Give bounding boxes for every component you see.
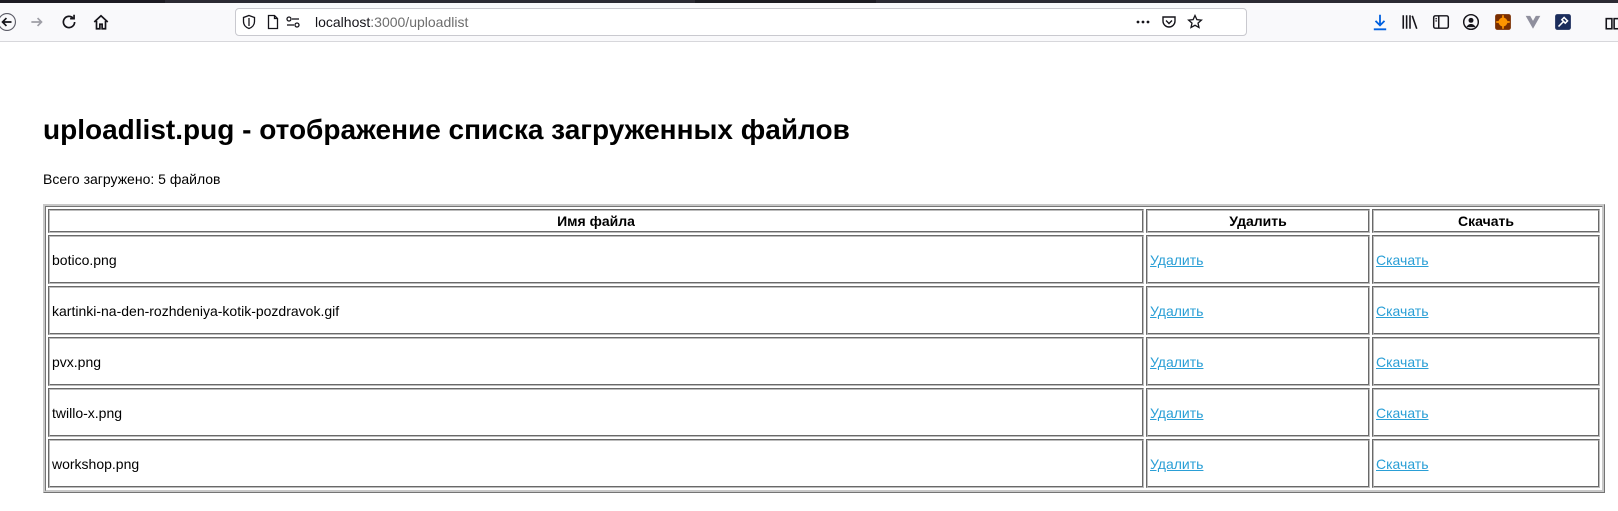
header-filename: Имя файла (48, 209, 1144, 233)
download-link[interactable]: Скачать (1376, 456, 1429, 472)
browser-toolbar: localhost:3000/uploadlist (0, 3, 1618, 42)
page-content: uploadlist.pug - отображение списка загр… (0, 42, 1618, 511)
delete-cell: Удалить (1146, 388, 1370, 437)
delete-link[interactable]: Удалить (1150, 252, 1203, 268)
download-link[interactable]: Скачать (1376, 252, 1429, 268)
page-info-icon[interactable] (264, 13, 282, 31)
download-cell: Скачать (1372, 235, 1600, 284)
tracking-protection-shield-icon[interactable] (240, 13, 258, 31)
delete-link[interactable]: Удалить (1150, 405, 1203, 421)
table-row: workshop.png Удалить Скачать (48, 439, 1600, 488)
extensions-overflow-icon[interactable] (1600, 9, 1618, 35)
files-table: Имя файла Удалить Скачать botico.png Уда… (43, 204, 1605, 493)
header-delete: Удалить (1146, 209, 1370, 233)
delete-link[interactable]: Удалить (1150, 303, 1203, 319)
pocket-icon[interactable] (1160, 13, 1178, 31)
delete-cell: Удалить (1146, 337, 1370, 386)
account-icon[interactable] (1458, 9, 1484, 35)
extension-vue-icon[interactable] (1520, 9, 1546, 35)
download-cell: Скачать (1372, 388, 1600, 437)
table-row: twillo-x.png Удалить Скачать (48, 388, 1600, 437)
downloads-icon[interactable] (1367, 9, 1393, 35)
url-path: :3000/uploadlist (370, 14, 469, 30)
table-header-row: Имя файла Удалить Скачать (48, 209, 1600, 233)
uploaded-count-text: Всего загружено: 5 файлов (43, 171, 221, 187)
reload-icon[interactable] (56, 9, 82, 35)
table-row: pvx.png Удалить Скачать (48, 337, 1600, 386)
url-host: localhost (315, 14, 371, 30)
download-link[interactable]: Скачать (1376, 303, 1429, 319)
header-download: Скачать (1372, 209, 1600, 233)
address-bar[interactable]: localhost:3000/uploadlist (235, 8, 1247, 36)
download-cell: Скачать (1372, 337, 1600, 386)
file-name: pvx.png (48, 337, 1144, 386)
permissions-icon[interactable] (284, 13, 302, 31)
delete-link[interactable]: Удалить (1150, 354, 1203, 370)
extension-orange-icon[interactable] (1490, 9, 1516, 35)
table-row: kartinki-na-den-rozhdeniya-kotik-pozdrav… (48, 286, 1600, 335)
library-icon[interactable] (1397, 9, 1423, 35)
download-link[interactable]: Скачать (1376, 354, 1429, 370)
delete-cell: Удалить (1146, 439, 1370, 488)
home-icon[interactable] (88, 9, 114, 35)
delete-cell: Удалить (1146, 286, 1370, 335)
back-icon[interactable] (0, 9, 20, 35)
extension-blue-icon[interactable] (1550, 9, 1576, 35)
url-text[interactable]: localhost:3000/uploadlist (315, 14, 468, 30)
sidebar-icon[interactable] (1428, 9, 1454, 35)
page-actions-more-icon[interactable] (1134, 13, 1152, 31)
file-name: workshop.png (48, 439, 1144, 488)
download-cell: Скачать (1372, 286, 1600, 335)
download-cell: Скачать (1372, 439, 1600, 488)
file-name: kartinki-na-den-rozhdeniya-kotik-pozdrav… (48, 286, 1144, 335)
download-link[interactable]: Скачать (1376, 405, 1429, 421)
forward-icon[interactable] (24, 9, 50, 35)
delete-cell: Удалить (1146, 235, 1370, 284)
table-row: botico.png Удалить Скачать (48, 235, 1600, 284)
file-name: botico.png (48, 235, 1144, 284)
page-title: uploadlist.pug - отображение списка загр… (43, 114, 850, 145)
delete-link[interactable]: Удалить (1150, 456, 1203, 472)
file-name: twillo-x.png (48, 388, 1144, 437)
bookmark-star-icon[interactable] (1186, 13, 1204, 31)
